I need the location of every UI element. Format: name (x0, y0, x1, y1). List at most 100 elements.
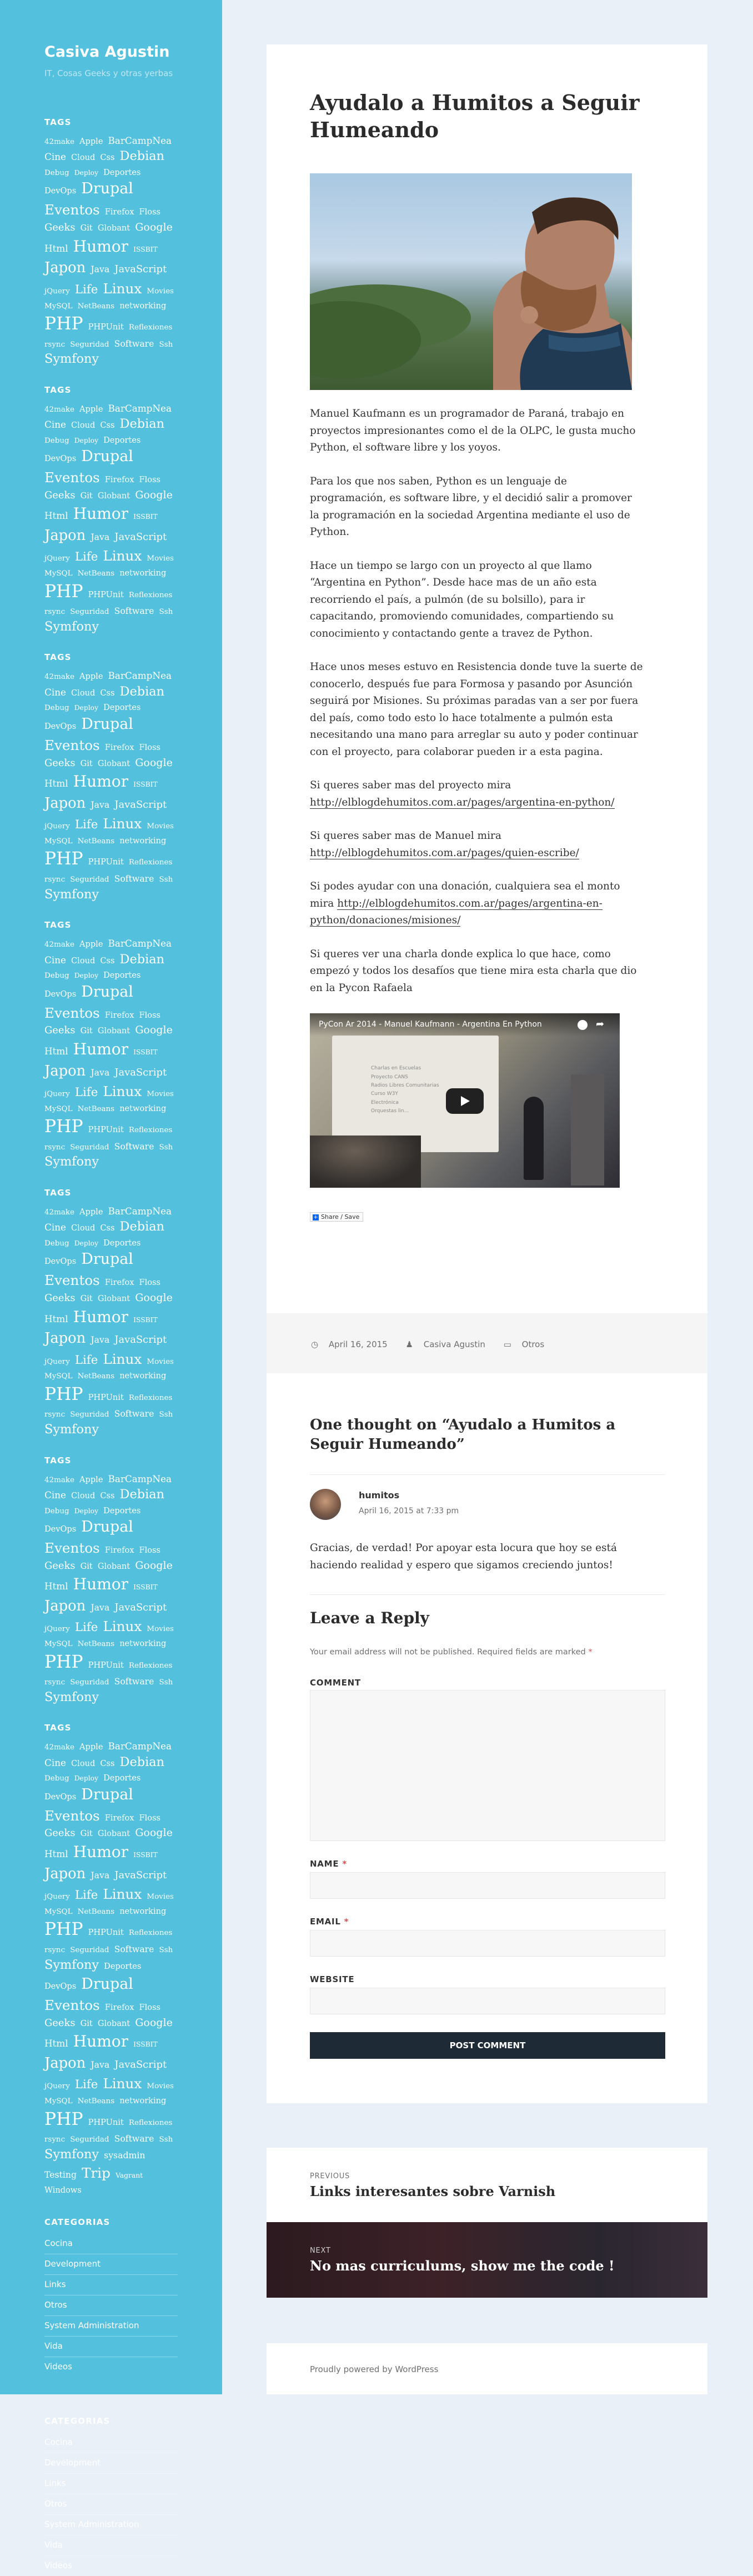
tag-link[interactable]: Drupal (81, 448, 133, 465)
tag-link[interactable]: Deploy (74, 972, 98, 979)
tag-link[interactable]: rsync (44, 1410, 65, 1419)
tag-link[interactable]: Drupal (81, 180, 133, 197)
tag-link[interactable]: Linux (103, 1083, 142, 1099)
tag-link[interactable]: Deploy (74, 704, 98, 712)
tag-link[interactable]: Debug (44, 169, 69, 177)
tag-link[interactable]: Google (135, 1024, 173, 1036)
tag-link[interactable]: Floss (139, 1278, 160, 1287)
tag-link[interactable]: Drupal (81, 1518, 133, 1535)
tag-link[interactable]: Floss (139, 2003, 160, 2012)
tag-link[interactable]: Reflexiones (129, 591, 172, 599)
tag-link[interactable]: Deportes (103, 971, 140, 980)
tag-link[interactable]: DevOps (44, 1524, 76, 1534)
tag-link[interactable]: Geeks (44, 1024, 76, 1036)
tag-link[interactable]: 42make (44, 138, 74, 146)
tag-link[interactable]: Drupal (81, 716, 133, 733)
tag-link[interactable]: Life (75, 1353, 98, 1367)
tag-link[interactable]: BarCampNea (108, 1473, 172, 1484)
tag-link[interactable]: networking (119, 1371, 166, 1380)
tag-link[interactable]: Html (44, 1046, 68, 1057)
tag-link[interactable]: PHP (44, 849, 83, 869)
tag-link[interactable]: NetBeans (78, 1105, 115, 1113)
tag-link[interactable]: Debug (44, 1239, 69, 1248)
tag-link[interactable]: Google (135, 1559, 173, 1572)
tag-link[interactable]: Reflexiones (129, 2119, 172, 2127)
tag-link[interactable]: Deploy (74, 1239, 98, 1247)
tag-link[interactable]: Japon (44, 2055, 86, 2072)
tag-link[interactable]: Symfony (44, 352, 99, 366)
tag-link[interactable]: Japon (44, 1063, 86, 1079)
tag-link[interactable]: JavaScript (114, 1334, 167, 1345)
tag-link[interactable]: Humor (73, 1040, 128, 1058)
tag-link[interactable]: Java (91, 1870, 109, 1880)
tag-link[interactable]: Debian (120, 417, 164, 431)
category-item[interactable]: Vida (44, 2535, 178, 2557)
tag-link[interactable]: Movies (147, 554, 174, 563)
tag-link[interactable]: JavaScript (114, 531, 167, 543)
tag-link[interactable]: Firefox (105, 743, 134, 752)
tag-link[interactable]: Globant (98, 491, 130, 501)
tag-link[interactable]: PHPUnit (88, 1393, 124, 1402)
tag-link[interactable]: Life (75, 550, 98, 564)
tag-link[interactable]: Deploy (74, 169, 98, 177)
tag-link[interactable]: JavaScript (114, 799, 167, 811)
tag-link[interactable]: Cine (44, 954, 66, 966)
tag-link[interactable]: ISSBIT (133, 246, 158, 253)
tag-link[interactable]: Ssh (159, 1410, 173, 1419)
comment-date[interactable]: April 16, 2015 at 7:33 pm (359, 1507, 459, 1515)
tag-link[interactable]: Firefox (105, 2003, 134, 2012)
post-comment-button[interactable]: POST COMMENT (310, 2032, 665, 2059)
tag-link[interactable]: Humor (73, 772, 128, 791)
tag-link[interactable]: Debug (44, 1507, 69, 1515)
tag-link[interactable]: Cine (44, 1222, 66, 1233)
tag-link[interactable]: Globant (98, 759, 130, 768)
tag-link[interactable]: Reflexiones (129, 858, 172, 867)
tag-link[interactable]: ISSBIT (133, 1048, 158, 1056)
tag-link[interactable]: Life (75, 283, 98, 297)
tag-link[interactable]: Movies (147, 1090, 174, 1098)
tag-link[interactable]: jQuery (44, 1625, 70, 1633)
tag-link[interactable]: Floss (139, 743, 160, 752)
category-item[interactable]: System Administration (44, 2515, 178, 2536)
tag-link[interactable]: Software (114, 1408, 154, 1419)
tag-link[interactable]: Debian (120, 1219, 164, 1234)
tag-link[interactable]: Java (91, 799, 109, 810)
tag-link[interactable]: Geeks (44, 222, 76, 233)
tag-link[interactable]: Ssh (159, 1946, 173, 1954)
email-field[interactable] (310, 1930, 665, 1957)
tag-link[interactable]: JavaScript (114, 1869, 167, 1881)
tag-link[interactable]: Html (44, 1580, 68, 1592)
tag-link[interactable]: Html (44, 510, 68, 521)
tag-link[interactable]: Firefox (105, 1545, 134, 1555)
tag-link[interactable]: 42make (44, 406, 74, 414)
category-item[interactable]: Links (44, 2275, 178, 2296)
tag-link[interactable]: MySQL (44, 1105, 73, 1113)
tag-link[interactable]: Linux (103, 548, 142, 564)
project-link[interactable]: http://elblogdehumitos.com.ar/pages/arge… (310, 796, 615, 809)
tag-link[interactable]: Cloud (71, 1491, 95, 1500)
tag-link[interactable]: Deportes (104, 1962, 141, 1971)
tag-link[interactable]: rsync (44, 2135, 65, 2144)
tag-link[interactable]: PHP (44, 1652, 83, 1672)
tag-link[interactable]: Deportes (103, 168, 140, 177)
tag-link[interactable]: Html (44, 1848, 68, 1859)
tag-link[interactable]: Geeks (44, 757, 76, 769)
tag-link[interactable]: Linux (103, 1351, 142, 1367)
tag-link[interactable]: MySQL (44, 837, 73, 846)
tag-link[interactable]: Git (81, 1562, 93, 1571)
tag-link[interactable]: Software (114, 338, 154, 349)
category-item[interactable]: Vida (44, 2337, 178, 2358)
tag-link[interactable]: Geeks (44, 2017, 76, 2029)
tag-link[interactable]: PHPUnit (88, 322, 124, 332)
play-button[interactable] (446, 1088, 484, 1114)
tag-link[interactable]: DevOps (44, 186, 76, 196)
post-category[interactable]: ▭ Otros (504, 1339, 553, 1349)
tag-link[interactable]: Life (75, 818, 98, 832)
tag-link[interactable]: Seguridad (70, 341, 109, 349)
tag-link[interactable]: Java (91, 1334, 109, 1345)
category-item[interactable]: Videos (44, 2556, 178, 2576)
website-field[interactable] (310, 1988, 665, 2014)
tag-link[interactable]: Eventos (44, 1272, 100, 1288)
tag-link[interactable]: Deploy (74, 1774, 98, 1782)
tag-link[interactable]: Japon (44, 1330, 86, 1347)
